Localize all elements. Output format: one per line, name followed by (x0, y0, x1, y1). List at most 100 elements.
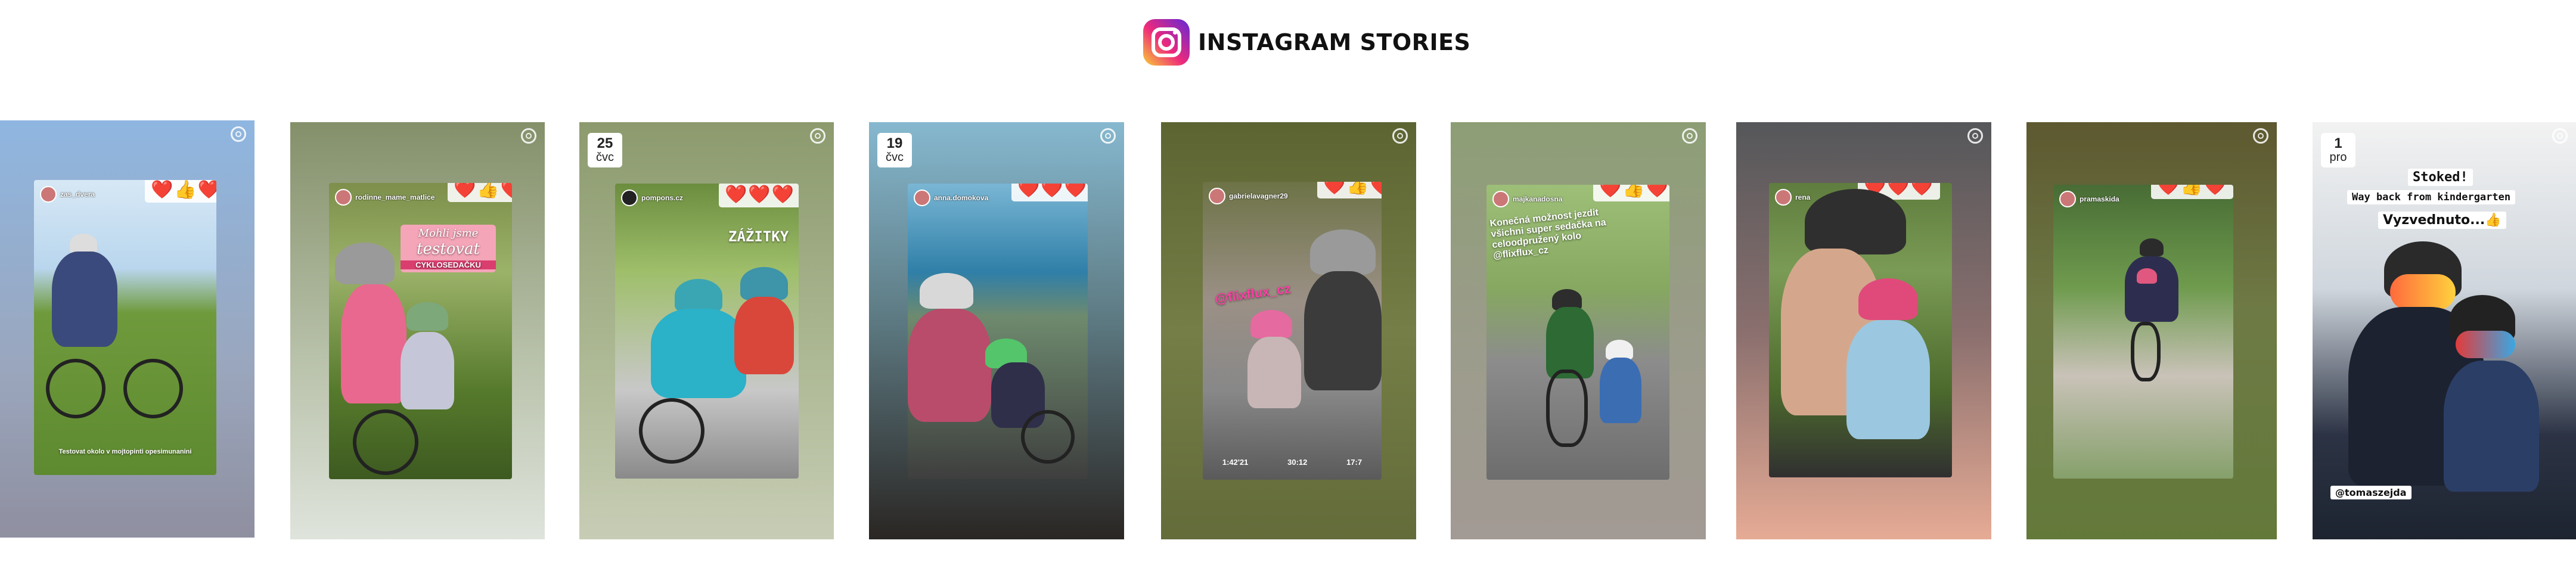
story-caption: Konečná možnost jezdit všichni super sed… (1489, 207, 1607, 261)
caption-script: Mohli jsme (418, 227, 479, 240)
story-caption-box: Mohli jsme testovat CYKLOSEDAČKU (401, 225, 496, 272)
avatar (335, 189, 352, 206)
date-badge: 25 čvc (588, 133, 622, 167)
rider-figure (908, 309, 991, 422)
child-figure (1858, 278, 1918, 320)
avatar (2059, 191, 2076, 207)
rider-figure (2140, 238, 2164, 256)
story-user: majkanadosna (1492, 191, 1562, 207)
page-title: INSTAGRAM STORIES (1198, 29, 1471, 55)
story-user: rodinne_mame_matlice (335, 189, 434, 206)
rider-figure (1304, 271, 1382, 390)
rider-figure (70, 234, 97, 254)
instagram-icon (1143, 19, 1190, 66)
bike-wheel (2131, 322, 2161, 381)
story-user: rena (1775, 189, 1810, 206)
date-month: pro (2329, 151, 2347, 164)
bike-wheel (1021, 410, 1075, 464)
story-card[interactable]: majkanadosna ❤️👍❤️ Konečná možnost jezdi… (1451, 122, 1706, 539)
story-ring-icon (1392, 128, 1408, 144)
goggles (2390, 274, 2456, 310)
story-caption-line: Way back from kindergarten (2347, 190, 2516, 204)
story-thumbnail[interactable]: zas_dvera ❤️👍❤️ Testovat okolo v mojtopi… (34, 180, 216, 475)
story-card[interactable]: rodinne_mame_matlice ❤️👍❤️ Mohli jsme te… (290, 122, 545, 539)
child-figure (1247, 337, 1301, 408)
caption-tag: CYKLOSEDAČKU (401, 260, 496, 269)
story-card[interactable]: zas_dvera ❤️👍❤️ Testovat okolo v mojtopi… (0, 120, 255, 538)
story-caption: Testovat okolo v mojtopinti opesimunanin… (58, 448, 192, 455)
reaction-sticker: ❤️👍❤️ (144, 180, 216, 203)
story-caption-line: Vyzvednuto...👍 (2378, 212, 2506, 229)
story-user: zas_dvera (40, 186, 95, 203)
child-figure (1846, 320, 1930, 439)
reaction-sticker: ❤️❤️❤️ (1011, 184, 1088, 201)
reaction-sticker: ❤️❤️❤️ (718, 184, 799, 207)
avatar (40, 186, 57, 203)
story-ring-icon (1100, 128, 1116, 144)
story-thumbnail[interactable]: pramaskida ❤️👍❤️ (2053, 185, 2233, 479)
child-figure (401, 332, 454, 409)
bike-wheel (1546, 370, 1588, 447)
story-thumbnail[interactable]: majkanadosna ❤️👍❤️ Konečná možnost jezdi… (1486, 185, 1669, 480)
story-ring-icon (810, 128, 825, 144)
story-card[interactable]: gabrielavagner29 ❤️👍❤️ @flixflux_cz 1:42… (1161, 122, 1416, 539)
story-thumbnail[interactable]: anna.domokova ❤️❤️❤️ (908, 184, 1088, 479)
story-card[interactable]: 1 pro Stoked! Way back from kindergarten… (2313, 122, 2576, 539)
avatar (1209, 188, 1225, 204)
date-badge: 19 čvc (877, 133, 912, 167)
rider-figure (1310, 229, 1376, 275)
story-user: gabrielavagner29 (1209, 188, 1288, 204)
story-thumbnail[interactable]: rodinne_mame_matlice ❤️👍❤️ Mohli jsme te… (329, 183, 512, 479)
rider-figure (920, 273, 973, 309)
story-username: gabrielavagner29 (1229, 192, 1288, 200)
story-card[interactable]: 19 čvc anna.domokova ❤️❤️❤️ (869, 122, 1124, 539)
avatar (621, 190, 638, 206)
child-figure (1606, 340, 1633, 360)
date-month: čvc (886, 151, 904, 164)
stat-value: 17:7 (1346, 458, 1363, 467)
story-ring-icon (231, 126, 246, 142)
rider-figure (1805, 189, 1906, 254)
story-username: zas_dvera (60, 190, 95, 198)
story-thumbnail[interactable]: gabrielavagner29 ❤️👍❤️ @flixflux_cz 1:42… (1203, 182, 1382, 480)
story-ring-icon (2253, 128, 2268, 144)
story-card[interactable]: pramaskida ❤️👍❤️ (2026, 122, 2277, 539)
story-thumbnail[interactable]: rena ❤️❤️❤️ (1769, 183, 1952, 477)
bike-wheel (639, 398, 704, 464)
rider-figure (675, 279, 722, 312)
story-ring-icon (521, 128, 536, 144)
story-ring-icon (1682, 128, 1697, 144)
stat-value: 1:42'21 (1222, 458, 1249, 467)
story-username: pompons.cz (641, 194, 684, 202)
story-caption-line: Stoked! (2408, 169, 2473, 186)
date-badge: 1 pro (2321, 133, 2355, 167)
story-thumbnail[interactable]: pompons.cz ❤️❤️❤️ ZÁŽITKY (615, 184, 799, 479)
avatar (1775, 189, 1792, 206)
story-username: anna.domokova (934, 194, 989, 202)
story-card[interactable]: rena ❤️❤️❤️ (1736, 122, 1991, 539)
rider-figure (2125, 256, 2178, 322)
date-day: 1 (2334, 135, 2342, 151)
story-username: rodinne_mame_matlice (355, 193, 435, 201)
story-username: pramaskida (2080, 195, 2119, 203)
story-user: anna.domokova (914, 190, 988, 206)
rider-figure (1546, 307, 1594, 378)
child-figure (406, 302, 448, 331)
story-username: rena (1795, 193, 1811, 201)
rider-figure (52, 251, 117, 347)
child-figure (734, 297, 794, 374)
child-figure (1250, 310, 1292, 339)
child-figure (2137, 268, 2157, 284)
avatar (1492, 191, 1509, 207)
story-tag: @flixflux_cz (1213, 281, 1292, 306)
rider-figure (335, 243, 395, 284)
story-ring-icon (1967, 128, 1983, 144)
caption-big: testovat (417, 240, 480, 258)
story-card[interactable]: 25 čvc pompons.cz ❤️❤️❤️ ZÁŽITKY (579, 122, 834, 539)
rider-figure (341, 284, 406, 403)
story-ring-icon (2552, 128, 2568, 144)
date-day: 19 (886, 135, 903, 151)
reaction-sticker: ❤️👍❤️ (1593, 185, 1669, 201)
story-user: pompons.cz (621, 190, 683, 206)
child-figure (740, 267, 788, 300)
